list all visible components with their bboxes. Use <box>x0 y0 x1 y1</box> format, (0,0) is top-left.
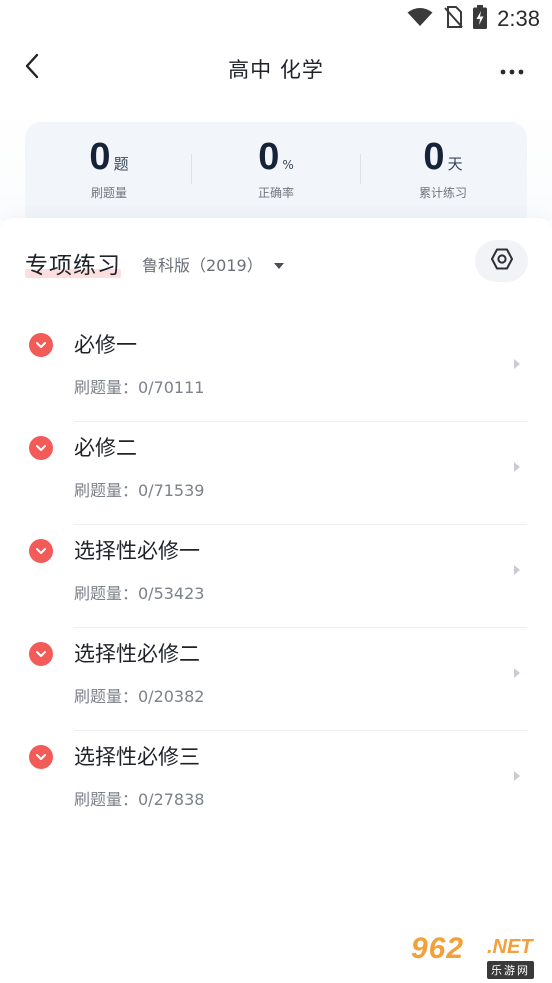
stat-label: 正确率 <box>257 186 294 200</box>
edition-label: 鲁科版（2019） <box>142 256 263 275</box>
settings-button[interactable] <box>475 240 528 282</box>
item-title: 选择性必修一 <box>74 539 200 563</box>
expand-chevron-icon <box>29 333 53 357</box>
stat-questions: 0 题 刷题量 <box>25 136 193 201</box>
status-time: 2:38 <box>497 6 540 31</box>
item-title: 必修二 <box>74 436 137 460</box>
list-item[interactable]: 必修一 刷题量：0/70111 <box>0 319 552 422</box>
item-title: 必修一 <box>74 333 137 357</box>
section-title: 专项练习 <box>25 253 121 279</box>
stat-unit: 题 <box>113 155 129 173</box>
list-item[interactable]: 选择性必修三 刷题量：0/27838 <box>0 731 552 834</box>
stat-unit: 天 <box>447 155 463 173</box>
arrow-right-icon <box>511 357 523 371</box>
page-title: 高中 化学 <box>228 58 324 82</box>
section-header: 专项练习 <box>25 246 121 280</box>
hexagon-settings-icon <box>489 246 515 276</box>
status-bar: 2:38 <box>0 0 552 38</box>
stat-label: 累计练习 <box>418 186 467 200</box>
stat-value: 0 <box>89 136 111 178</box>
item-progress: 刷题量：0/20382 <box>74 687 205 706</box>
stats-card: 0 题 刷题量 0 % 正确率 0 天 累计练习 <box>25 122 527 232</box>
item-title: 选择性必修二 <box>74 642 200 666</box>
arrow-right-icon <box>511 460 523 474</box>
watermark-logo: 962 .NET 乐游网 <box>411 928 547 979</box>
stat-value: 0 <box>423 136 445 178</box>
list-item[interactable]: 选择性必修一 刷题量：0/53423 <box>0 525 552 628</box>
caret-down-icon <box>273 255 285 274</box>
list-item[interactable]: 选择性必修二 刷题量：0/20382 <box>0 628 552 731</box>
more-horizontal-icon <box>500 60 524 79</box>
item-title: 选择性必修三 <box>74 745 200 769</box>
expand-chevron-icon <box>29 745 53 769</box>
status-icons: 2:38 <box>407 5 540 33</box>
arrow-right-icon <box>511 769 523 783</box>
nav-bar: 高中 化学 <box>0 40 552 96</box>
wifi-icon <box>407 7 433 31</box>
arrow-right-icon <box>511 666 523 680</box>
watermark-number: 962 <box>411 932 465 965</box>
no-sim-icon <box>443 6 463 32</box>
stat-days: 0 天 累计练习 <box>359 136 527 201</box>
item-progress: 刷题量：0/53423 <box>74 584 205 603</box>
arrow-right-icon <box>511 563 523 577</box>
stat-accuracy: 0 % 正确率 <box>192 136 360 201</box>
watermark-suffix: .NET <box>487 936 533 958</box>
more-button[interactable] <box>494 56 530 82</box>
item-progress: 刷题量：0/70111 <box>74 378 205 397</box>
watermark-sub: 乐游网 <box>487 961 534 979</box>
stat-value: 0 <box>258 136 280 178</box>
battery-charging-icon <box>473 5 488 33</box>
expand-chevron-icon <box>29 642 53 666</box>
expand-chevron-icon <box>29 539 53 563</box>
stat-label: 刷题量 <box>90 186 127 200</box>
list-item[interactable]: 必修二 刷题量：0/71539 <box>0 422 552 525</box>
expand-chevron-icon <box>29 436 53 460</box>
stat-unit: % <box>282 158 294 172</box>
edition-select[interactable]: 鲁科版（2019） <box>142 253 285 275</box>
item-progress: 刷题量：0/27838 <box>74 790 205 809</box>
item-progress: 刷题量：0/71539 <box>74 481 205 500</box>
